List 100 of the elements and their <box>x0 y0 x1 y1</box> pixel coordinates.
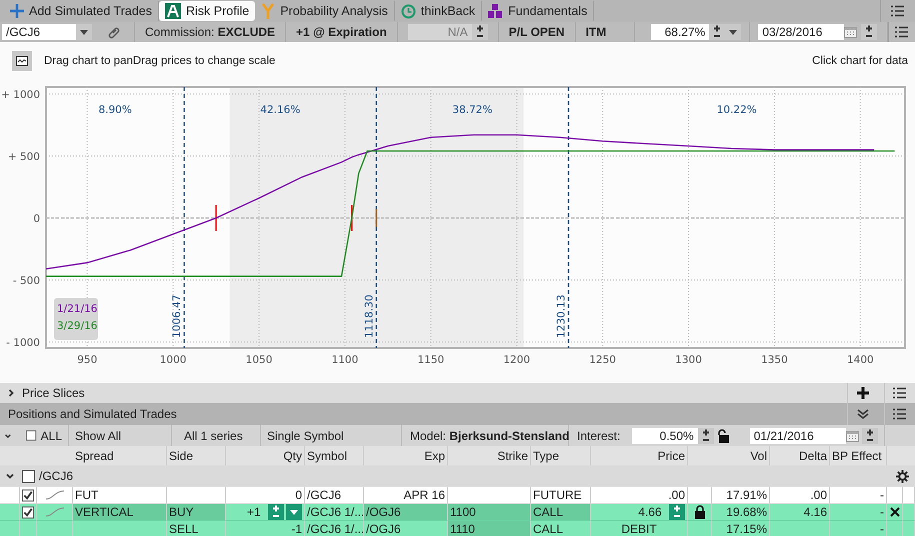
line-label: 1006.47 <box>171 294 184 338</box>
itm-label[interactable]: ITM <box>586 25 606 39</box>
calendar-icon[interactable] <box>846 430 859 442</box>
series-dropdown[interactable]: All 1 series <box>184 428 243 442</box>
axis-label: 1400 <box>846 354 874 366</box>
menu-icon[interactable] <box>891 5 905 17</box>
curve-icon <box>44 507 64 517</box>
symbol-field[interactable]: /GCJ6 <box>2 24 76 40</box>
lock-icon[interactable] <box>718 428 730 442</box>
show-dropdown[interactable]: Show All <box>75 428 122 442</box>
axis-label: 1050 <box>246 354 272 366</box>
line-label: 1230.13 <box>556 294 568 338</box>
interest-field[interactable]: 0.50% <box>632 428 698 444</box>
table-row[interactable]: FUT 0 /GCJ6 APR 16 FUTURE .00 17.91% .00 - <box>0 487 915 504</box>
probability-label: 8.90% <box>98 104 132 116</box>
tab[interactable]: Risk Profile <box>159 1 256 21</box>
chart-hint: Drag chart to panDrag prices to change scale <box>44 55 276 67</box>
menu-icon[interactable] <box>894 26 909 38</box>
chart-hint: Click chart for data <box>812 55 908 67</box>
axis-label: 1350 <box>761 354 788 366</box>
tab[interactable]: Fundamentals <box>482 1 594 21</box>
pl-mode-label[interactable]: P/L OPEN <box>508 25 565 39</box>
axis-label: 1200 <box>503 354 530 366</box>
probability-label: 38.72% <box>452 104 492 116</box>
tab[interactable]: Probability Analysis <box>255 1 395 21</box>
checkbox[interactable] <box>26 429 37 442</box>
axis-label: + 1000 <box>1 88 40 101</box>
menu-icon[interactable] <box>893 387 907 399</box>
table-cell: -1 <box>291 522 302 536</box>
tab[interactable]: thinkBack <box>394 1 482 21</box>
price-marker <box>376 209 378 227</box>
axis-label: 1000 <box>160 354 186 366</box>
table-cell: /GCJ6 1/... <box>305 521 364 536</box>
table-cell: 17.15% <box>712 521 770 536</box>
table-cell: CALL <box>531 521 591 536</box>
table-cell: 0 <box>295 488 302 502</box>
dropdown-caret-icon[interactable] <box>725 24 742 40</box>
table-cell: - <box>830 521 887 536</box>
spinner-button[interactable] <box>472 24 488 40</box>
chart-icon[interactable] <box>12 51 32 71</box>
table-cell: SELL <box>167 521 226 536</box>
fork-icon <box>261 3 276 19</box>
curve-icon <box>44 490 64 500</box>
table-cell: /OGJ6 <box>364 504 448 521</box>
axis-label: 1250 <box>589 354 616 366</box>
close-icon[interactable] <box>890 507 900 517</box>
plus-icon[interactable] <box>857 387 869 399</box>
settings-icon[interactable] <box>896 470 909 482</box>
checkbox[interactable] <box>22 470 35 482</box>
checkbox[interactable] <box>22 488 34 502</box>
table-cell: +1 <box>246 505 261 519</box>
legend-background <box>54 298 98 340</box>
axis-label: + 500 <box>8 150 40 163</box>
model-dropdown[interactable]: Model: Bjerksund-Stensland <box>410 428 570 442</box>
spinner-button[interactable] <box>862 428 878 444</box>
date-field[interactable]: 03/28/2016 <box>758 24 844 40</box>
expiration-label[interactable]: +1 @ Expiration <box>296 25 387 39</box>
breakeven-marker <box>215 205 217 231</box>
dropdown-caret-icon[interactable] <box>286 504 302 520</box>
calendar-icon[interactable] <box>844 26 858 38</box>
table-row[interactable]: VERTICAL BUY +1 /GCJ6 1/.../OGJ6 1100 CALL 4.66 19.68% 4.16 - <box>0 504 915 521</box>
probability-label: 10.22% <box>716 104 757 116</box>
collapse-icon[interactable] <box>857 409 869 419</box>
chart-icon <box>165 3 181 19</box>
interest-label: Interest: <box>577 428 620 442</box>
table-cell: VERTICAL <box>73 504 167 521</box>
line-label: 1118.30 <box>363 294 376 338</box>
clock-icon <box>400 4 416 18</box>
dropdown-caret-icon[interactable] <box>76 24 92 40</box>
breakeven-marker <box>351 205 353 231</box>
expand-caret-icon[interactable] <box>5 471 15 481</box>
axis-label: 1300 <box>675 354 702 366</box>
spinner-button[interactable] <box>860 24 877 40</box>
commission-label[interactable]: Commission: EXCLUDE <box>145 25 276 39</box>
table-cell: CALL <box>531 504 591 521</box>
expand-caret-icon[interactable] <box>6 388 16 398</box>
table-cell: BUY <box>167 504 226 521</box>
axis-label: - 1000 <box>6 337 40 350</box>
plus-icon <box>10 4 24 18</box>
legend-label: 3/29/16 <box>57 320 98 332</box>
spinner-button[interactable] <box>698 428 714 444</box>
axis-label: 1100 <box>332 354 358 366</box>
menu-icon[interactable] <box>893 408 907 420</box>
checkbox[interactable] <box>22 506 34 518</box>
table-cell: 1100 <box>448 504 531 521</box>
date-field[interactable]: 01/21/2016 <box>750 428 846 444</box>
spinner-button[interactable] <box>709 24 726 40</box>
probability-field[interactable]: 68.27% <box>651 24 710 40</box>
all-label: ALL <box>40 428 62 442</box>
group-row[interactable]: /GCJ6 <box>0 466 915 487</box>
link-icon[interactable] <box>108 25 122 39</box>
table-cell: DEBIT <box>621 522 657 536</box>
table-row[interactable]: SELL -1 /GCJ6 1/.../OGJ6 1110 CALL DEBIT 17.15% - <box>0 521 915 536</box>
table-cell: .00 <box>668 488 685 502</box>
symbol-mode-dropdown[interactable]: Single Symbol <box>267 428 344 442</box>
lock-icon[interactable] <box>694 505 706 519</box>
axis-label: 950 <box>77 354 98 366</box>
price-slices-bar[interactable]: Price Slices <box>0 383 915 403</box>
legend-label: 1/21/16 <box>57 303 98 315</box>
section-title: Price Slices <box>22 386 86 400</box>
